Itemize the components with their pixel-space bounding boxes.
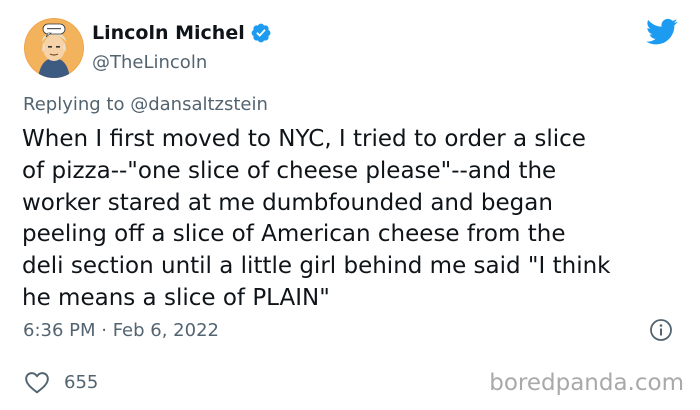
- tweet-text-line: peeling off a slice of American cheese f…: [22, 221, 566, 248]
- reply-prefix: Replying to: [23, 94, 125, 115]
- author-name-text[interactable]: Lincoln Michel: [92, 22, 245, 44]
- tweet-text-line: of pizza--"one slice of cheese please"--…: [22, 157, 557, 184]
- author-name[interactable]: Lincoln Michel: [92, 22, 272, 44]
- tweet-text: When I first moved to NYC, I tried to or…: [22, 124, 682, 315]
- tweet-text-line: When I first moved to NYC, I tried to or…: [22, 126, 586, 152]
- tweet-text-line: deli section until a little girl behind …: [22, 253, 611, 280]
- author-handle[interactable]: @TheLincoln: [92, 52, 207, 73]
- verified-badge-icon: [251, 23, 271, 43]
- avatar[interactable]: [24, 18, 84, 78]
- heart-icon[interactable]: [24, 370, 50, 394]
- tweet-text-line: worker stared at me dumbfounded and bega…: [22, 189, 553, 216]
- like-count: 655: [64, 372, 99, 393]
- info-icon[interactable]: [649, 318, 673, 342]
- tweet-timestamp[interactable]: 6:36 PM · Feb 6, 2022: [23, 320, 219, 341]
- watermark: boredpanda.com: [489, 370, 684, 396]
- reply-context: Replying to @dansaltzstein: [23, 94, 268, 115]
- reply-user-link[interactable]: @dansaltzstein: [130, 94, 268, 115]
- tweet-card: Lincoln Michel @TheLincoln Replying to @…: [0, 0, 700, 410]
- tweet-text-line: he means a slice of PLAIN": [22, 284, 330, 311]
- twitter-bird-icon[interactable]: [646, 18, 678, 46]
